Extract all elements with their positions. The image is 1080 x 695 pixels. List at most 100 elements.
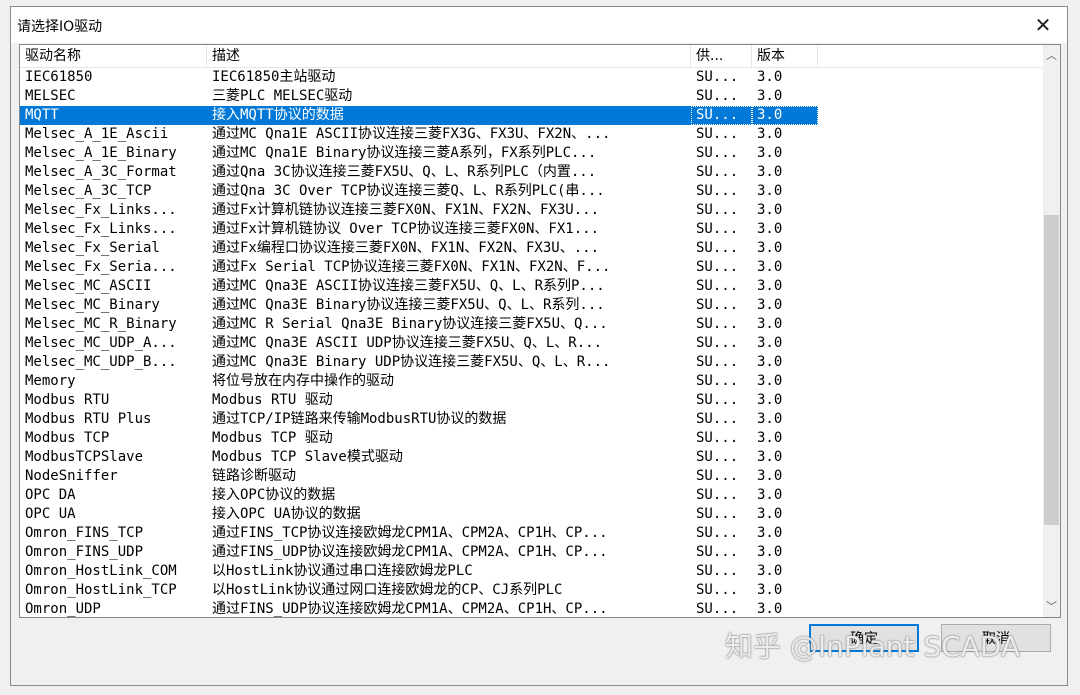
cancel-button[interactable]: 取消: [941, 624, 1051, 652]
table-row[interactable]: Melsec_MC_R_Binary 通过MC R Serial Qna3E Bi…: [20, 315, 818, 334]
driver-name-cell: ModbusTCPSlave: [25, 449, 144, 465]
description-cell: 通过FINS_UDP协议连接欧姆龙CPM1A、CPM2A、CP1H、CP...: [212, 544, 608, 560]
driver-name-cell: OPC DA: [25, 487, 76, 503]
table-row[interactable]: Omron_UDP 通过FINS_UDP协议连接欧姆龙CPM1A、CPM2A、CP…: [20, 600, 818, 617]
table-row[interactable]: Modbus RTU Modbus RTU 驱动 SU... 3.0: [20, 391, 818, 410]
driver-name-cell: Modbus RTU Plus: [25, 411, 152, 427]
description-cell: 通过Fx Serial TCP协议连接三菱FX0N、FX1N、FX2N、F...: [212, 259, 611, 275]
driver-name-cell: Omron_FINS_UDP: [25, 544, 144, 560]
description-cell: 通过Fx计算机链协议连接三菱FX0N、FX1N、FX2N、FX3U...: [212, 202, 600, 218]
table-row[interactable]: Omron_FINS_TCP 通过FINS_TCP协议连接欧姆龙CPM1A、CPM…: [20, 524, 818, 543]
dialog-title: 请选择IO驱动: [17, 19, 103, 35]
driver-name-cell: NodeSniffer: [25, 468, 118, 484]
vendor-cell: SU...: [696, 487, 739, 503]
table-row[interactable]: OPC DA 接入OPC协议的数据 SU... 3.0: [20, 486, 818, 505]
column-header-version[interactable]: 版本: [752, 45, 818, 67]
table-row[interactable]: Melsec_A_3C_Format 通过Qna 3C协议连接三菱FX5U、Q、L…: [20, 163, 818, 182]
driver-name-cell: IEC61850: [25, 69, 93, 85]
table-row[interactable]: IEC61850 IEC61850主站驱动 SU... 3.0: [20, 68, 818, 87]
vendor-cell: SU...: [696, 582, 739, 598]
version-cell: 3.0: [757, 468, 783, 484]
table-row[interactable]: Modbus TCP Modbus TCP 驱动 SU... 3.0: [20, 429, 818, 448]
table-row[interactable]: Melsec_MC_UDP_B... 通过MC Qna3E Binary UDP协…: [20, 353, 818, 372]
table-row[interactable]: MQTT 接入MQTT协议的数据 SU... 3.0: [20, 106, 818, 125]
version-cell: 3.0: [757, 88, 783, 104]
close-icon[interactable]: ✕: [1031, 13, 1055, 37]
ok-button[interactable]: 确定: [809, 624, 919, 652]
table-row[interactable]: Melsec_A_1E_Ascii 通过MC Qna1E ASCII协议连接三菱F…: [20, 125, 818, 144]
column-header-driver-name[interactable]: 驱动名称: [20, 45, 207, 67]
version-cell: 3.0: [757, 221, 783, 237]
vertical-scrollbar[interactable]: ︿ ﹀: [1043, 45, 1060, 617]
description-cell: 通过Qna 3C协议连接三菱FX5U、Q、L、R系列PLC（内置...: [212, 164, 597, 180]
driver-name-cell: OPC UA: [25, 506, 76, 522]
version-cell: 3.0: [757, 126, 783, 142]
column-header-vendor[interactable]: 供...: [691, 45, 752, 67]
driver-list[interactable]: 驱动名称 描述 供... 版本 IEC61850 IEC61850主站驱动 SU..…: [19, 44, 1061, 618]
driver-name-cell: Melsec_A_3C_TCP: [25, 183, 152, 199]
table-row[interactable]: Melsec_A_3C_TCP 通过Qna 3C Over TCP协议连接三菱Q、…: [20, 182, 818, 201]
version-cell: 3.0: [757, 601, 783, 617]
scroll-up-icon[interactable]: ︿: [1043, 47, 1060, 64]
description-cell: 通过MC Qna3E Binary UDP协议连接三菱FX5U、Q、L、R...: [212, 354, 611, 370]
table-row[interactable]: Melsec_Fx_Links... 通过Fx计算机链协议 Over TCP协议连…: [20, 220, 818, 239]
table-row[interactable]: Melsec_Fx_Serial 通过Fx编程口协议连接三菱FX0N、FX1N、F…: [20, 239, 818, 258]
table-row[interactable]: OPC UA 接入OPC UA协议的数据 SU... 3.0: [20, 505, 818, 524]
driver-name-cell: Melsec_A_3C_Format: [25, 164, 177, 180]
vendor-cell: SU...: [696, 126, 739, 142]
version-cell: 3.0: [757, 69, 783, 85]
description-cell: 通过MC R Serial Qna3E Binary协议连接三菱FX5U、Q..…: [212, 316, 608, 332]
table-row[interactable]: Memory 将位号放在内存中操作的驱动 SU... 3.0: [20, 372, 818, 391]
driver-name-cell: Modbus TCP: [25, 430, 110, 446]
vendor-cell: SU...: [696, 278, 739, 294]
table-row[interactable]: Melsec_MC_UDP_A... 通过MC Qna3E ASCII UDP协议…: [20, 334, 818, 353]
column-header-description[interactable]: 描述: [207, 45, 691, 67]
description-cell: 接入OPC UA协议的数据: [212, 506, 361, 522]
vendor-cell: SU...: [696, 259, 739, 275]
version-cell: 3.0: [757, 278, 783, 294]
vendor-cell: SU...: [696, 354, 739, 370]
vendor-cell: SU...: [696, 221, 739, 237]
version-cell: 3.0: [757, 373, 783, 389]
table-row[interactable]: Melsec_Fx_Seria... 通过Fx Serial TCP协议连接三菱F…: [20, 258, 818, 277]
table-row[interactable]: Omron_FINS_UDP 通过FINS_UDP协议连接欧姆龙CPM1A、CPM…: [20, 543, 818, 562]
vendor-cell: SU...: [696, 563, 739, 579]
version-cell: 3.0: [757, 392, 783, 408]
vendor-cell: SU...: [696, 335, 739, 351]
driver-name-cell: Melsec_MC_UDP_B...: [25, 354, 177, 370]
vendor-cell: SU...: [696, 164, 739, 180]
title-bar: 请选择IO驱动 ✕: [11, 7, 1067, 43]
vendor-cell: SU...: [696, 373, 739, 389]
driver-name-cell: Melsec_A_1E_Binary: [25, 145, 177, 161]
table-row[interactable]: Omron_HostLink_TCP 以HostLink协议通过网口连接欧姆龙的C…: [20, 581, 818, 600]
table-row[interactable]: NodeSniffer 链路诊断驱动 SU... 3.0: [20, 467, 818, 486]
driver-name-cell: Omron_FINS_TCP: [25, 525, 144, 541]
scrollbar-thumb[interactable]: [1044, 215, 1059, 525]
vendor-cell: SU...: [696, 506, 739, 522]
version-cell: 3.0: [757, 297, 783, 313]
select-io-driver-dialog: 请选择IO驱动 ✕ 驱动名称 描述 供... 版本 IEC61850 IEC618…: [10, 6, 1068, 686]
vendor-cell: SU...: [696, 392, 739, 408]
table-row[interactable]: Omron_HostLink_COM 以HostLink协议通过串口连接欧姆龙PL…: [20, 562, 818, 581]
version-cell: 3.0: [757, 411, 783, 427]
vendor-cell: SU...: [696, 544, 739, 560]
description-cell: 通过MC Qna3E ASCII UDP协议连接三菱FX5U、Q、L、R...: [212, 335, 603, 351]
table-row[interactable]: Melsec_A_1E_Binary 通过MC Qna1E Binary协议连接三…: [20, 144, 818, 163]
version-cell: 3.0: [757, 259, 783, 275]
table-row[interactable]: Melsec_MC_ASCII 通过MC Qna3E ASCII协议连接三菱FX5…: [20, 277, 818, 296]
table-row[interactable]: Melsec_MC_Binary 通过MC Qna3E Binary协议连接三菱F…: [20, 296, 818, 315]
scroll-down-icon[interactable]: ﹀: [1043, 598, 1060, 615]
table-row[interactable]: Modbus RTU Plus 通过TCP/IP链路来传输ModbusRTU协议的…: [20, 410, 818, 429]
driver-name-cell: Melsec_Fx_Serial: [25, 240, 160, 256]
description-cell: 链路诊断驱动: [212, 468, 296, 484]
vendor-cell: SU...: [696, 601, 739, 617]
version-cell: 3.0: [757, 335, 783, 351]
table-row[interactable]: ModbusTCPSlave Modbus TCP Slave模式驱动 SU... 3…: [20, 448, 818, 467]
description-cell: 以HostLink协议通过串口连接欧姆龙PLC: [212, 563, 473, 579]
table-row[interactable]: Melsec_Fx_Links... 通过Fx计算机链协议连接三菱FX0N、FX1…: [20, 201, 818, 220]
version-cell: 3.0: [757, 487, 783, 503]
table-row[interactable]: MELSEC 三菱PLC MELSEC驱动 SU... 3.0: [20, 87, 818, 106]
version-cell: 3.0: [757, 506, 783, 522]
list-rows: IEC61850 IEC61850主站驱动 SU... 3.0 MELSEC 三菱PLC …: [20, 68, 1044, 617]
vendor-cell: SU...: [696, 525, 739, 541]
